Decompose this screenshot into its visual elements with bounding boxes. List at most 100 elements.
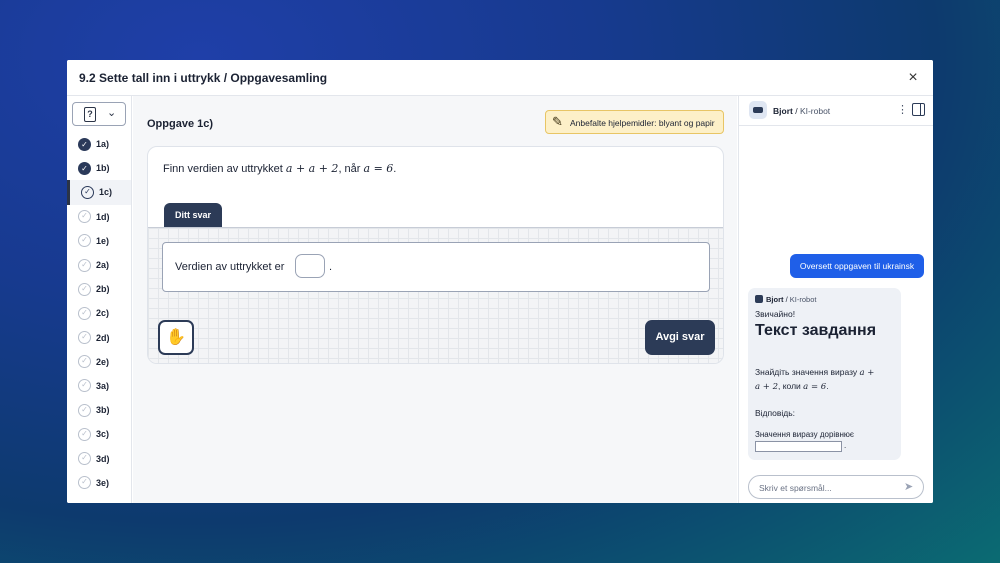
reply-body-expression: a + 2: [755, 382, 779, 392]
check-circle-icon: ✓: [78, 282, 91, 296]
question-mid: , når: [338, 163, 364, 175]
chat-header: Bjort / KI-robot ⋮: [739, 96, 933, 126]
robot-mini-icon: [755, 295, 763, 303]
check-circle-icon: ✓: [81, 185, 94, 199]
bot-role: KI-robot: [799, 106, 831, 116]
user-message: Oversett oppgaven til ukrainsk: [790, 254, 924, 278]
task-item-label: 2c): [96, 308, 110, 319]
reply-body-end: .: [826, 381, 829, 391]
task-item-label: 2d): [96, 332, 110, 343]
task-item-label: 1e): [96, 235, 110, 246]
tab-your-answer[interactable]: Ditt svar: [164, 203, 222, 227]
ai-chat-panel: Bjort / KI-robot ⋮ Oversett oppgaven til…: [738, 96, 933, 503]
more-options-icon[interactable]: ⋮: [897, 103, 908, 116]
check-filled-icon: ✓: [78, 137, 91, 151]
task-main: Oppgave 1c) ✎ Anbefalte hjelpemidler: bl…: [133, 96, 737, 503]
reply-body-lead: a +: [859, 368, 875, 378]
hand-icon: ✋: [166, 329, 186, 346]
task-item[interactable]: ✓ 3c): [67, 422, 131, 446]
check-circle-icon: ✓: [78, 379, 91, 393]
task-item[interactable]: ✓ 3e): [67, 471, 131, 495]
reply-greeting: Звичайно!: [755, 309, 796, 319]
pencil-icon: ✎: [552, 114, 563, 129]
check-circle-icon: ✓: [78, 355, 91, 369]
question-doc-icon: ?: [84, 107, 96, 122]
task-window: 9.2 Sette tall inn i uttrykk / Oppgavesa…: [67, 60, 933, 503]
question-text: Finn verdien av uttrykket a + a + 2, når…: [163, 162, 396, 175]
question-end: .: [393, 163, 397, 175]
reply-answer-label: Відповідь:: [755, 408, 796, 418]
chevron-down-icon: ⌄: [107, 107, 117, 119]
robot-avatar-icon: [749, 101, 767, 119]
reply-answer-blank: [755, 441, 842, 452]
check-circle-icon: ✓: [78, 306, 91, 320]
task-set-dropdown[interactable]: ? ⌄: [72, 102, 126, 126]
task-item-label: 3e): [96, 477, 110, 488]
recommended-tools-text: Anbefalte hjelpemidler: blyant og papir: [570, 118, 715, 128]
reply-body-pre: Знайдіть значення виразу: [755, 367, 860, 377]
question-condition: a = 6: [363, 162, 394, 175]
bot-message-name: Bjort: [766, 295, 784, 304]
answer-box: Verdien av uttrykket er .: [162, 242, 710, 292]
bot-message-header: Bjort / KI-robot: [755, 295, 816, 304]
task-item-label: 2b): [96, 284, 110, 295]
task-item[interactable]: ✓ 2a): [67, 253, 131, 277]
bot-message: Bjort / KI-robot Звичайно! Текст завданн…: [748, 288, 901, 460]
answer-suffix: .: [329, 261, 333, 273]
bot-name-text: Bjort: [773, 106, 793, 116]
task-item[interactable]: ✓ 2e): [67, 350, 131, 374]
check-circle-icon: ✓: [78, 331, 91, 345]
task-item-label: 2a): [96, 260, 110, 271]
close-icon[interactable]: ×: [903, 68, 923, 88]
question-pre: Finn verdien av uttrykket: [163, 163, 286, 175]
task-item-label: 1c): [99, 187, 113, 198]
task-item[interactable]: ✓ 1d): [67, 205, 131, 229]
window-title: 9.2 Sette tall inn i uttrykk / Oppgavesa…: [79, 71, 328, 85]
raise-hand-button[interactable]: ✋: [158, 320, 194, 355]
task-item[interactable]: ✓ 3d): [67, 446, 131, 470]
task-item[interactable]: ✓ 2b): [67, 277, 131, 301]
task-item-label: 1b): [96, 163, 110, 174]
check-circle-icon: ✓: [78, 452, 91, 466]
task-item-label: 1d): [96, 211, 110, 222]
check-circle-icon: ✓: [78, 210, 91, 224]
task-item[interactable]: ✓ 3a): [67, 374, 131, 398]
title-bar: 9.2 Sette tall inn i uttrykk / Oppgavesa…: [67, 60, 933, 96]
task-item[interactable]: ✓ 2d): [67, 326, 131, 350]
bot-message-role: KI-robot: [789, 295, 817, 304]
chat-input[interactable]: [759, 481, 899, 494]
check-circle-icon: ✓: [78, 258, 91, 272]
task-card: Finn verdien av uttrykket a + a + 2, når…: [147, 146, 724, 364]
reply-body: Знайдіть значення виразу a + a + 2, коли …: [755, 366, 895, 394]
task-item-label: 2e): [96, 356, 110, 367]
task-item[interactable]: ✓ 2c): [67, 301, 131, 325]
answer-prefix: Verdien av uttrykket er: [175, 261, 285, 273]
task-item[interactable]: ✓ 1e): [67, 229, 131, 253]
recommended-tools-badge: ✎ Anbefalte hjelpemidler: blyant og papi…: [545, 110, 724, 134]
check-circle-icon: ✓: [78, 403, 91, 417]
task-item-label: 1a): [96, 139, 110, 150]
check-circle-icon: ✓: [78, 476, 91, 490]
task-item-label: 3d): [96, 453, 110, 464]
reply-answer-dot: .: [844, 441, 847, 450]
question-expression: a + a + 2: [285, 162, 339, 175]
task-item[interactable]: ✓ 3b): [67, 398, 131, 422]
task-item[interactable]: ✓ 1b): [67, 156, 131, 180]
reply-heading: Текст завдання: [755, 322, 877, 339]
task-item-label: 3c): [96, 429, 110, 440]
collapse-panel-icon[interactable]: [912, 103, 925, 116]
chat-input-field[interactable]: ➤: [748, 475, 924, 499]
reply-answer-text: Значення виразу дорівнює: [755, 430, 854, 439]
send-icon[interactable]: ➤: [904, 480, 913, 493]
task-item[interactable]: ✓ 1a): [67, 132, 131, 156]
task-title: Oppgave 1c): [147, 118, 214, 130]
task-list: ✓ 1a) ✓ 1b) ✓ 1c) ✓ 1d) ✓ 1e) ✓ 2a) ✓ 2b) ✓ 2c) ✓ 2d) ✓ 2e)…: [67, 132, 131, 495]
reply-body-condition: a = 6: [803, 382, 827, 392]
check-filled-icon: ✓: [78, 161, 91, 175]
submit-button[interactable]: Avgi svar: [645, 320, 715, 355]
task-item-label: 3a): [96, 380, 110, 391]
answer-workspace: Verdien av uttrykket er . ✋ Avgi svar: [148, 227, 723, 363]
task-item[interactable]: ✓ 1c): [67, 180, 131, 205]
answer-input[interactable]: [295, 254, 325, 278]
task-sidebar: ? ⌄ ✓ 1a) ✓ 1b) ✓ 1c) ✓ 1d) ✓ 1e) ✓ 2a) ✓ 2b) ✓ 2c) ✓ 2d)…: [67, 96, 132, 503]
